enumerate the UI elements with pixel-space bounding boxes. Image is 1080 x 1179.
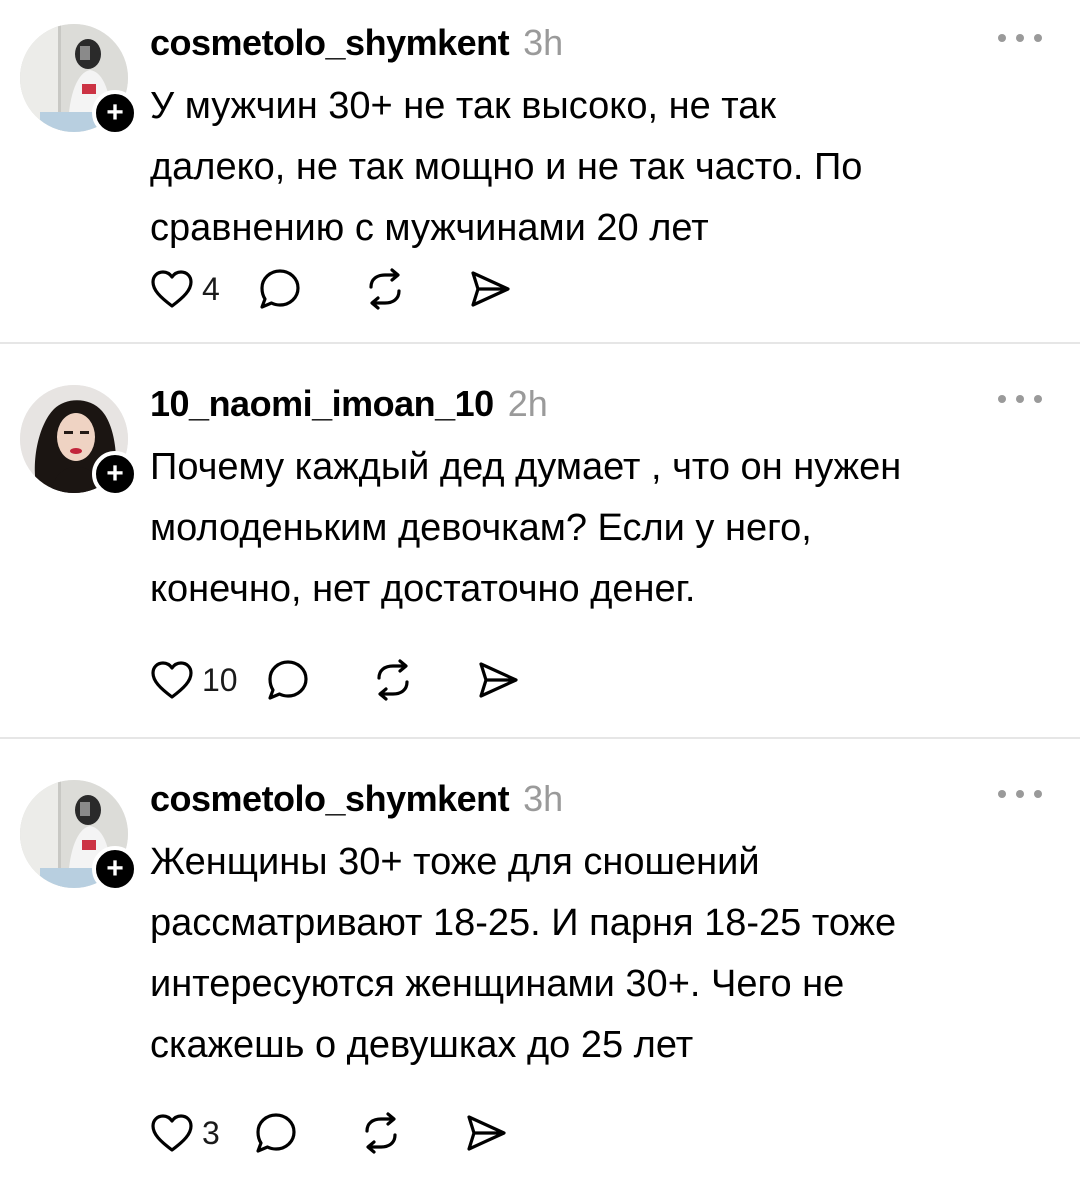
heart-icon [151,661,193,699]
like-button[interactable]: 3 [150,1108,254,1158]
more-dots-icon[interactable] [998,784,1042,804]
follow-plus-icon[interactable]: + [92,846,138,892]
username[interactable]: cosmetolo_shymkent [150,778,510,820]
share-button[interactable] [476,655,536,705]
avatar-container[interactable]: + [20,780,138,892]
follow-plus-icon[interactable]: + [92,90,138,136]
like-button[interactable]: 4 [150,264,258,314]
divider [0,737,1080,739]
username[interactable]: 10_naomi_imoan_10 [150,383,494,425]
send-icon [467,1115,506,1151]
heart-icon [151,1114,193,1152]
timestamp: 2h [507,383,548,424]
comment-bubble-icon [260,269,300,309]
repost-icon [377,659,409,701]
divider [0,342,1080,344]
like-count: 10 [202,661,238,698]
more-dots-icon[interactable] [998,389,1042,409]
post-header: cosmetolo_shymkent 3h [150,778,563,828]
send-icon [479,662,518,698]
post-text: Почему каждый дед думает , что он нужен … [150,446,902,610]
avatar-container[interactable]: + [20,385,138,497]
timestamp: 3h [523,22,564,63]
reply-button[interactable] [258,264,363,314]
username[interactable]: cosmetolo_shymkent [150,22,510,64]
share-button[interactable] [464,1108,524,1158]
post-header: 10_naomi_imoan_10 2h [150,383,548,433]
timestamp: 3h [523,778,564,819]
like-count: 3 [202,1114,220,1151]
action-bar: 4 [150,264,528,314]
avatar-container[interactable]: + [20,24,138,136]
like-button[interactable]: 10 [150,655,266,705]
send-icon [471,271,510,307]
repost-icon [369,268,401,310]
post-header: cosmetolo_shymkent 3h [150,22,563,72]
post-3: + cosmetolo_shymkent 3h Женщины 30+ тоже… [0,740,1080,1179]
more-dots-icon[interactable] [998,28,1042,48]
like-count: 4 [202,270,220,307]
post-2: + 10_naomi_imoan_10 2h Почему каждый дед… [0,345,1080,736]
repost-icon [365,1112,397,1154]
repost-button[interactable] [371,655,476,705]
follow-plus-icon[interactable]: + [92,451,138,497]
comment-bubble-icon [256,1113,296,1153]
heart-icon [151,270,193,308]
action-bar: 3 [150,1108,524,1158]
repost-button[interactable] [359,1108,464,1158]
post-text: Женщины 30+ тоже для сношений рассматрив… [150,841,897,1066]
reply-button[interactable] [266,655,371,705]
post-text: У мужчин 30+ не так высоко, не так далек… [150,85,863,249]
action-bar: 10 [150,655,536,705]
share-button[interactable] [468,264,528,314]
reply-button[interactable] [254,1108,359,1158]
comment-bubble-icon [268,660,308,700]
post-1: + cosmetolo_shymkent 3h У мужчин 30+ не … [0,0,1080,342]
repost-button[interactable] [363,264,468,314]
